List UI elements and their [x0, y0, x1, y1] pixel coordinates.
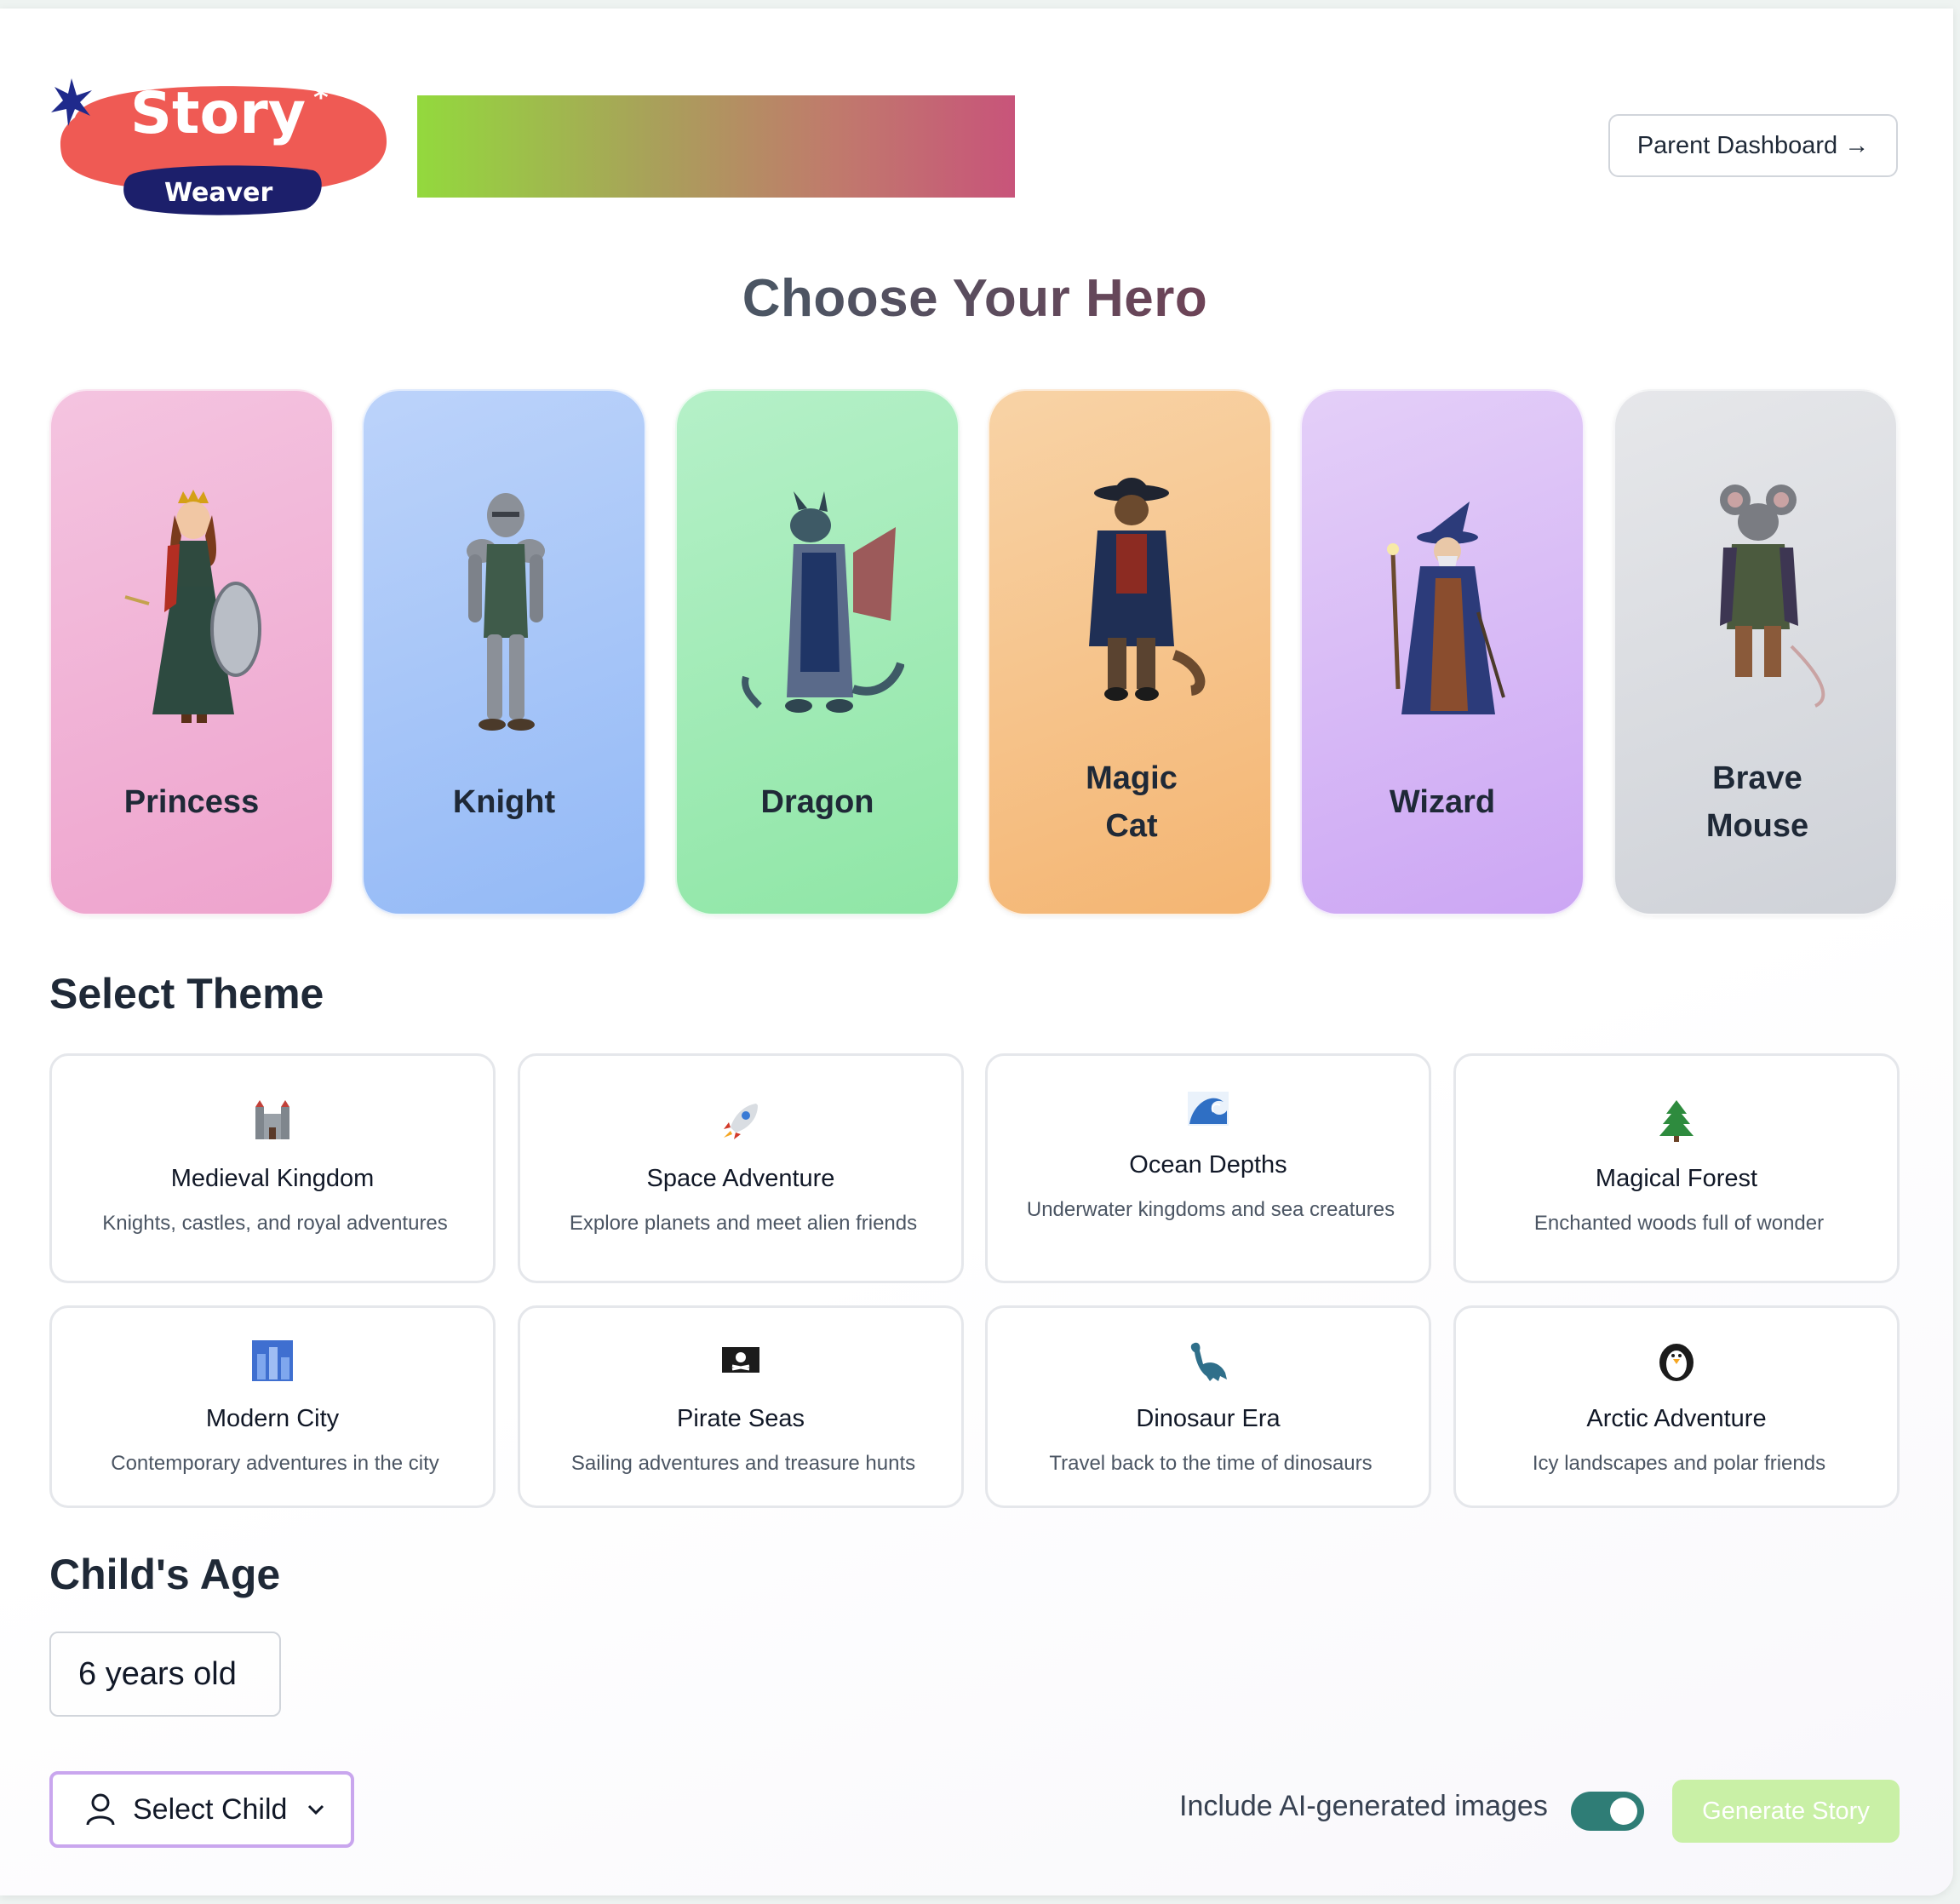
theme-description: Enchanted woods full of wonder	[1533, 1212, 1825, 1235]
hero-label: Dragon	[760, 784, 874, 820]
dragon-icon	[742, 491, 904, 713]
princess-icon	[124, 490, 261, 723]
theme-name: Modern City	[205, 1405, 340, 1432]
hero-label: Princess	[123, 784, 260, 820]
toggle-knob	[1610, 1798, 1637, 1825]
tree-icon	[1456, 1098, 1897, 1146]
hero-label: Brave Mouse	[1698, 754, 1817, 850]
ai-images-label: Include AI-generated images	[1179, 1790, 1548, 1822]
hero-card-knight[interactable]: Knight	[362, 389, 646, 915]
app-window: Story * Weaver Parent Dashboard → Choose…	[0, 9, 1953, 1895]
cat-icon	[1089, 478, 1206, 701]
theme-description: Icy landscapes and polar friends	[1532, 1452, 1826, 1475]
age-value: 6 years old	[78, 1655, 237, 1692]
theme-name: Medieval Kingdom	[170, 1165, 375, 1192]
theme-card-magical-forest[interactable]: Magical Forest Enchanted woods full of w…	[1453, 1053, 1900, 1283]
theme-description: Sailing adventures and treasure hunts	[570, 1452, 916, 1475]
theme-name: Dinosaur Era	[1136, 1405, 1281, 1432]
hero-label-line2: Mouse	[1705, 808, 1809, 844]
parent-dashboard-button[interactable]: Parent Dashboard →	[1608, 114, 1898, 177]
hero-card-wizard[interactable]: Wizard	[1300, 389, 1585, 915]
story-weaver-logo[interactable]: Story * Weaver	[49, 75, 390, 220]
theme-name: Pirate Seas	[677, 1405, 805, 1432]
hero-card-magic-cat[interactable]: Magic Cat	[988, 389, 1272, 915]
wave-icon	[988, 1087, 1429, 1134]
generate-story-label: Generate Story	[1702, 1797, 1870, 1825]
svg-text:*: *	[313, 81, 329, 115]
age-section-title: Child's Age	[49, 1551, 281, 1598]
age-selector[interactable]: 6 years old	[49, 1632, 281, 1717]
theme-section-title: Select Theme	[49, 970, 324, 1018]
hero-card-princess[interactable]: Princess	[49, 389, 334, 915]
select-child-dropdown[interactable]: Select Child	[49, 1771, 354, 1848]
theme-card-space-adventure[interactable]: Space Adventure Explore planets and meet…	[518, 1053, 964, 1283]
hero-label-line1: Magic	[1086, 760, 1178, 796]
theme-description: Explore planets and meet alien friends	[569, 1212, 918, 1235]
hero-label-line2: Cat	[1105, 808, 1158, 844]
theme-card-ocean-depths[interactable]: Ocean Depths Underwater kingdoms and sea…	[985, 1053, 1431, 1283]
theme-card-dinosaur-era[interactable]: Dinosaur Era Travel back to the time of …	[985, 1305, 1431, 1508]
theme-card-pirate-seas[interactable]: Pirate Seas Sailing adventures and treas…	[518, 1305, 964, 1508]
hero-label: Knight	[452, 784, 556, 820]
theme-card-modern-city[interactable]: Modern City Contemporary adventures in t…	[49, 1305, 496, 1508]
theme-description: Underwater kingdoms and sea creatures	[1026, 1198, 1395, 1221]
wizard-icon	[1387, 502, 1505, 714]
castle-icon	[52, 1098, 493, 1146]
user-icon	[86, 1793, 115, 1826]
rocket-icon	[520, 1098, 961, 1146]
theme-description: Knights, castles, and royal adventures	[102, 1212, 448, 1235]
logo-text-bottom: Weaver	[164, 178, 273, 208]
mouse-icon	[1720, 485, 1825, 708]
hero-label: Magic Cat	[1072, 754, 1191, 850]
hero-card-brave-mouse[interactable]: Brave Mouse	[1613, 389, 1898, 915]
arrow-right-icon: →	[1844, 131, 1870, 159]
chevron-down-icon	[308, 1804, 324, 1815]
theme-name: Space Adventure	[646, 1165, 835, 1192]
logo-text-top: Story	[130, 80, 306, 147]
theme-name: Magical Forest	[1595, 1165, 1758, 1192]
theme-name: Ocean Depths	[1129, 1151, 1287, 1179]
hero-grid: Princess Knight Dragon Magic Cat Wizard …	[49, 389, 1900, 917]
page-title: Choose Your Hero	[0, 268, 1950, 329]
hero-card-dragon[interactable]: Dragon	[675, 389, 960, 915]
theme-card-medieval-kingdom[interactable]: Medieval Kingdom Knights, castles, and r…	[49, 1053, 496, 1283]
penguin-icon	[1456, 1339, 1897, 1386]
theme-name: Arctic Adventure	[1586, 1405, 1767, 1432]
hero-label: Wizard	[1389, 784, 1496, 820]
city-icon	[52, 1339, 493, 1386]
generate-story-button[interactable]: Generate Story	[1672, 1780, 1900, 1843]
ai-images-toggle[interactable]	[1571, 1792, 1644, 1831]
header-banner	[417, 95, 1015, 198]
theme-card-arctic-adventure[interactable]: Arctic Adventure Icy landscapes and pola…	[1453, 1305, 1900, 1508]
parent-dashboard-label: Parent Dashboard	[1636, 131, 1838, 159]
knight-icon	[467, 493, 545, 731]
hero-label-line1: Brave	[1712, 760, 1802, 796]
dinosaur-icon	[988, 1339, 1429, 1386]
select-child-label: Select Child	[133, 1792, 288, 1826]
pirate-flag-icon	[520, 1339, 961, 1386]
theme-description: Contemporary adventures in the city	[111, 1452, 439, 1475]
theme-description: Travel back to the time of dinosaurs	[1049, 1452, 1373, 1475]
